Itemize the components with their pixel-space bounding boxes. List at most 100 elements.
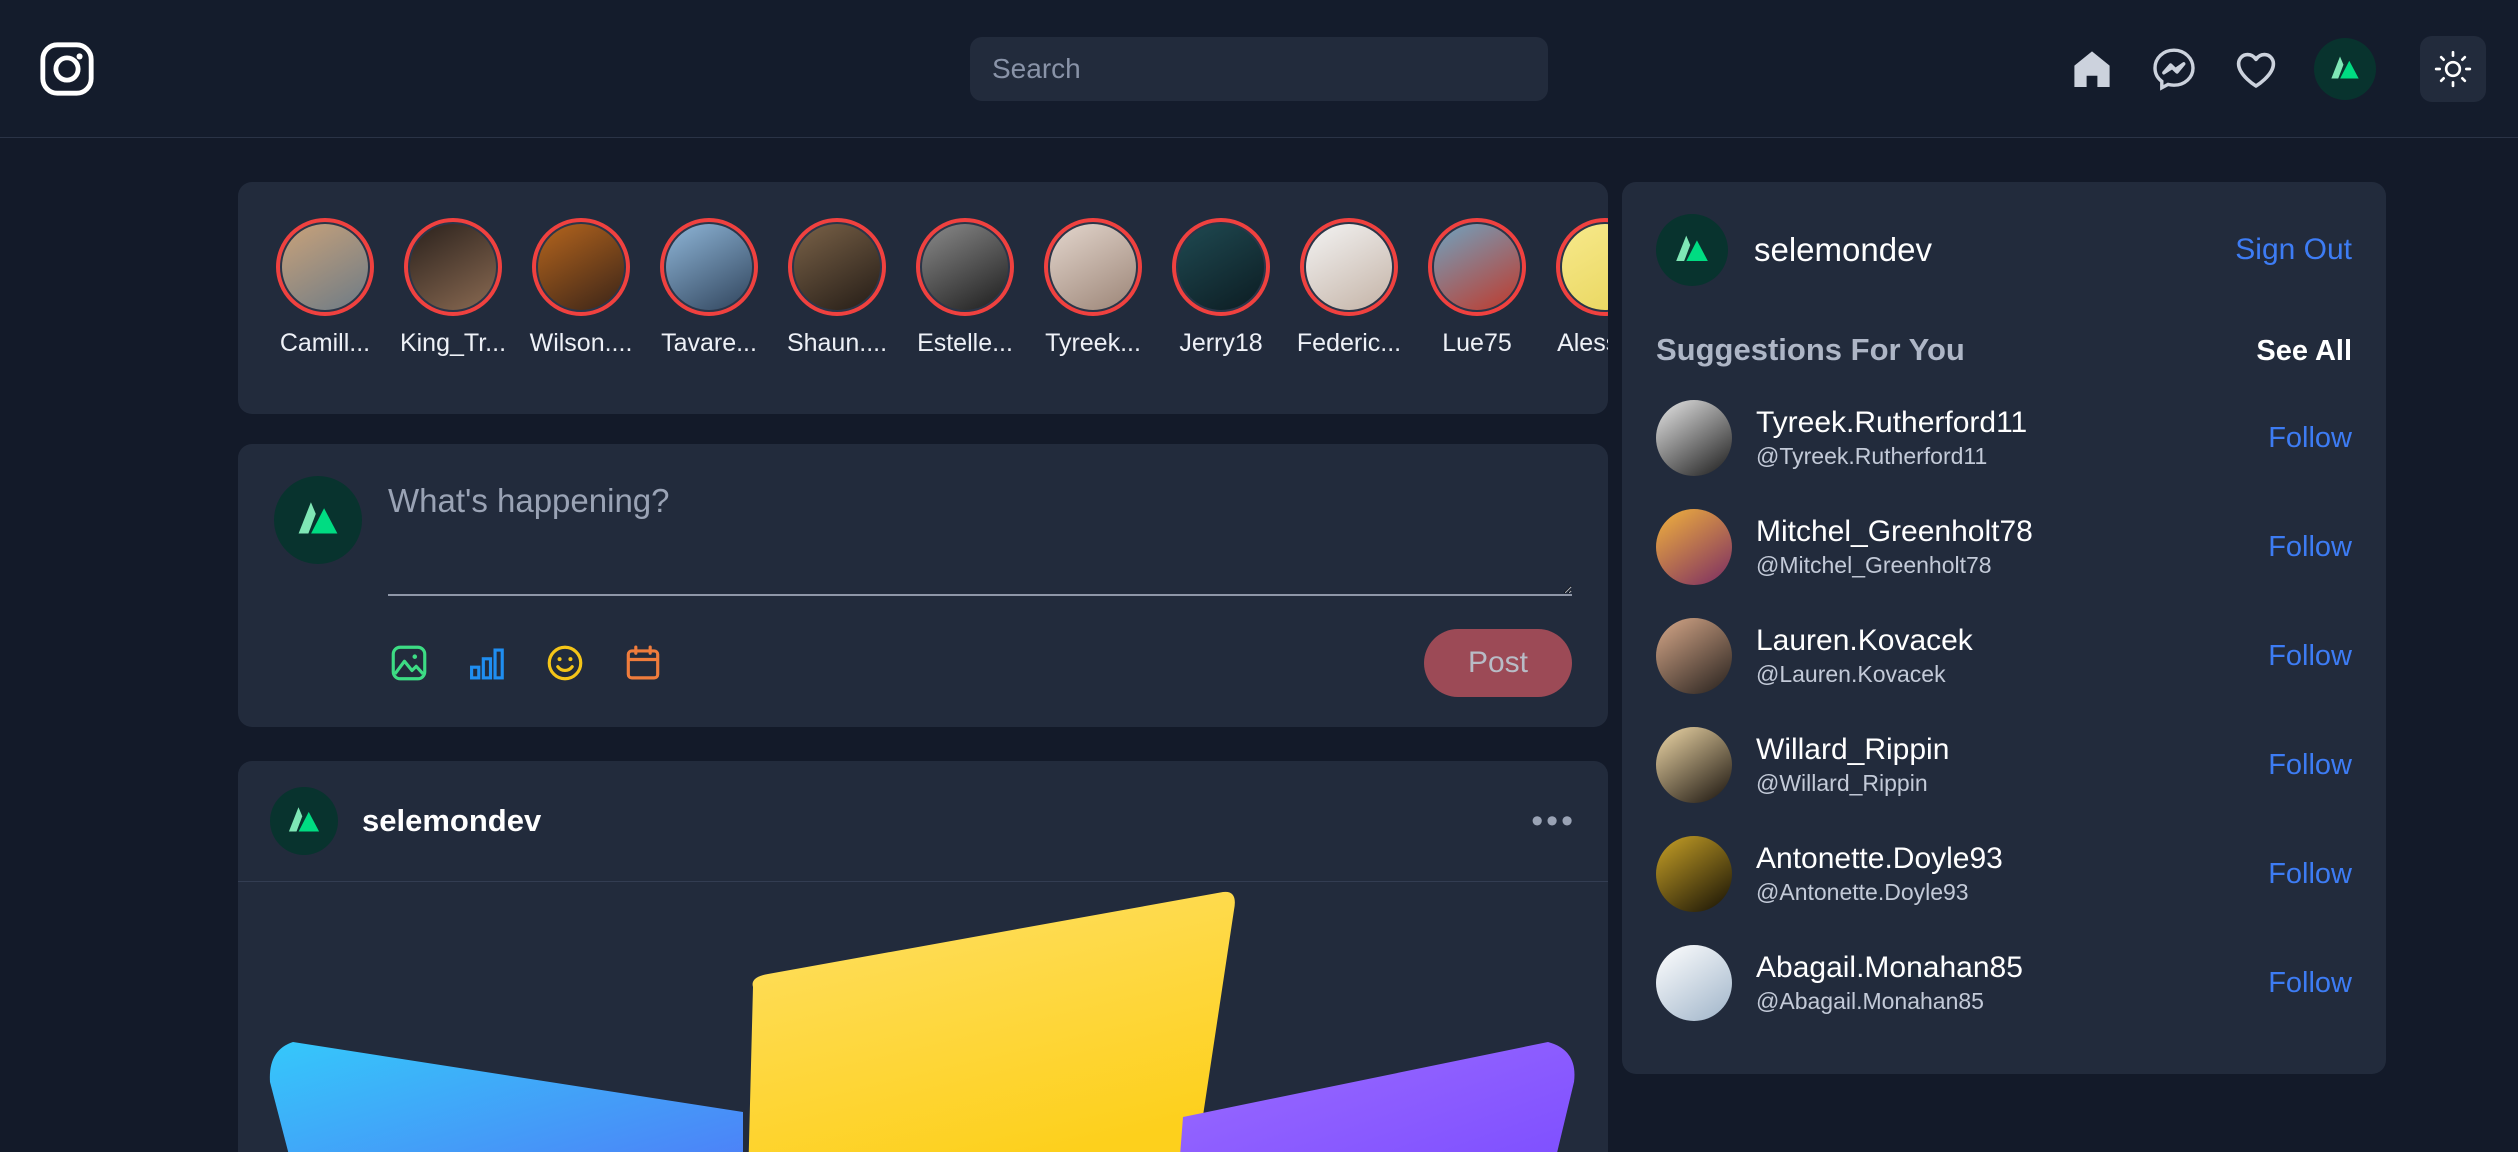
story-username: Estelle... [917,330,1013,357]
composer-card: Post [238,444,1608,727]
story-avatar [410,224,496,310]
follow-button[interactable]: Follow [2268,749,2352,782]
post-header: selemondev ••• [238,761,1608,881]
search-input[interactable] [970,36,1548,101]
instagram-logo-icon[interactable] [38,40,96,98]
composer-textarea[interactable] [388,476,1572,596]
follow-button[interactable]: Follow [2268,858,2352,891]
story-ring [404,218,502,316]
story-item[interactable]: Shaun.... [782,218,892,358]
story-item[interactable]: Jerry18 [1166,218,1276,358]
story-item[interactable]: Federic... [1294,218,1404,358]
follow-button[interactable]: Follow [2268,531,2352,564]
story-item[interactable]: Tyreek... [1038,218,1148,358]
story-avatar [922,224,1008,310]
follow-button[interactable]: Follow [2268,967,2352,1000]
nuxt-mountain-icon [2331,56,2359,78]
nuxt-mountain-icon [1676,235,1708,261]
story-username: Wilson.... [529,330,633,357]
suggestion-name: Mitchel_Greenholt78 [1756,514,2033,548]
story-username: Federic... [1296,330,1402,357]
story-avatar [1306,224,1392,310]
suggestion-handle: @Antonette.Doyle93 [1756,879,1969,906]
post-image[interactable] [238,881,1608,1152]
follow-button[interactable]: Follow [2268,640,2352,673]
nuxt-mountain-icon [298,502,338,534]
suggestion-avatar [1656,945,1732,1021]
story-ring [1172,218,1270,316]
theme-toggle-button[interactable] [2420,35,2486,102]
story-item[interactable]: King_Tr... [398,218,508,358]
post-options-icon[interactable]: ••• [1531,803,1576,838]
story-item[interactable]: Tavare... [654,218,764,358]
suggestion-name: Antonette.Doyle93 [1756,841,2003,875]
story-item[interactable]: Camill... [270,218,380,358]
composer-body: Post [388,476,1572,697]
suggestion-handle: @Willard_Rippin [1756,770,1928,797]
story-avatar [1178,224,1264,310]
story-username: Camill... [279,330,371,357]
suggestion-row[interactable]: Mitchel_Greenholt78 @Mitchel_Greenholt78 F… [1656,509,2352,585]
suggestion-text: Willard_Rippin @Willard_Rippin [1756,731,1949,800]
feed-column: Camill... King_Tr... Wilson.... Tavare... Sh… [238,182,1608,1152]
profile-avatar-icon[interactable] [2314,37,2376,100]
suggestions-title: Suggestions For You [1656,332,1965,367]
suggestion-row[interactable]: Tyreek.Rutherford11 @Tyreek.Rutherford11 F… [1656,400,2352,476]
suggestion-handle: @Abagail.Monahan85 [1756,988,1984,1015]
post-button[interactable]: Post [1423,629,1572,697]
sign-out-link[interactable]: Sign Out [2235,233,2352,267]
follow-button[interactable]: Follow [2268,422,2352,455]
nuxt-mountain-icon [288,807,320,832]
home-icon[interactable] [2068,45,2116,93]
suggestion-row[interactable]: Abagail.Monahan85 @Abagail.Monahan85 Follo… [1656,945,2352,1021]
suggestion-avatar [1656,727,1732,803]
suggestion-text: Mitchel_Greenholt78 @Mitchel_Greenholt78 [1756,513,2033,582]
suggestion-row[interactable]: Willard_Rippin @Willard_Rippin Follow [1656,727,2352,803]
suggestion-avatar [1656,509,1732,585]
right-sidebar: selemondev Sign Out Suggestions For You … [1622,182,2386,1074]
story-username: Alessa... [1557,330,1608,357]
suggestion-avatar [1656,836,1732,912]
sun-theme-icon [2434,50,2472,87]
app-header [0,0,2518,138]
story-avatar [282,224,368,310]
stories-track[interactable]: Camill... King_Tr... Wilson.... Tavare... Sh… [238,218,1608,358]
suggestion-row[interactable]: Lauren.Kovacek @Lauren.Kovacek Follow [1656,618,2352,694]
story-username: King_Tr... [399,330,507,357]
story-avatar [794,224,880,310]
current-user-avatar[interactable] [1656,214,1728,286]
story-ring [532,218,630,316]
story-item[interactable]: Estelle... [910,218,1020,358]
heart-icon[interactable] [2232,45,2280,93]
suggestion-text: Tyreek.Rutherford11 @Tyreek.Rutherford11 [1756,404,2027,473]
suggestions-card: selemondev Sign Out Suggestions For You … [1622,182,2386,1074]
story-item[interactable]: Wilson.... [526,218,636,358]
search-container [970,36,1548,101]
suggestion-name: Tyreek.Rutherford11 [1756,405,2028,439]
suggestion-row[interactable]: Antonette.Doyle93 @Antonette.Doyle93 Follo… [1656,836,2352,912]
suggestion-name: Lauren.Kovacek [1756,623,1973,657]
post-author-avatar[interactable] [270,787,338,855]
current-user-name: selemondev [1754,231,1932,268]
story-username: Jerry18 [1179,330,1263,357]
emoji-icon[interactable] [544,642,586,684]
story-item[interactable]: Lue75 [1422,218,1532,358]
see-all-link[interactable]: See All [2256,335,2352,368]
current-user-row: selemondev Sign Out [1656,214,2352,286]
suggestion-handle: @Tyreek.Rutherford11 [1756,443,1988,470]
suggestions-header: Suggestions For You See All [1656,332,2352,368]
story-avatar [1050,224,1136,310]
stories-bar: Camill... King_Tr... Wilson.... Tavare... Sh… [238,182,1608,414]
story-ring [916,218,1014,316]
story-ring [1556,218,1608,316]
story-ring [1300,218,1398,316]
messenger-icon[interactable] [2150,45,2198,93]
calendar-icon[interactable] [622,642,664,684]
story-ring [1044,218,1142,316]
poll-chart-icon[interactable] [466,642,508,684]
story-avatar [1434,224,1520,310]
image-icon[interactable] [388,642,430,684]
suggestion-avatar [1656,618,1732,694]
story-item[interactable]: Alessa... [1550,218,1608,358]
story-ring [276,218,374,316]
